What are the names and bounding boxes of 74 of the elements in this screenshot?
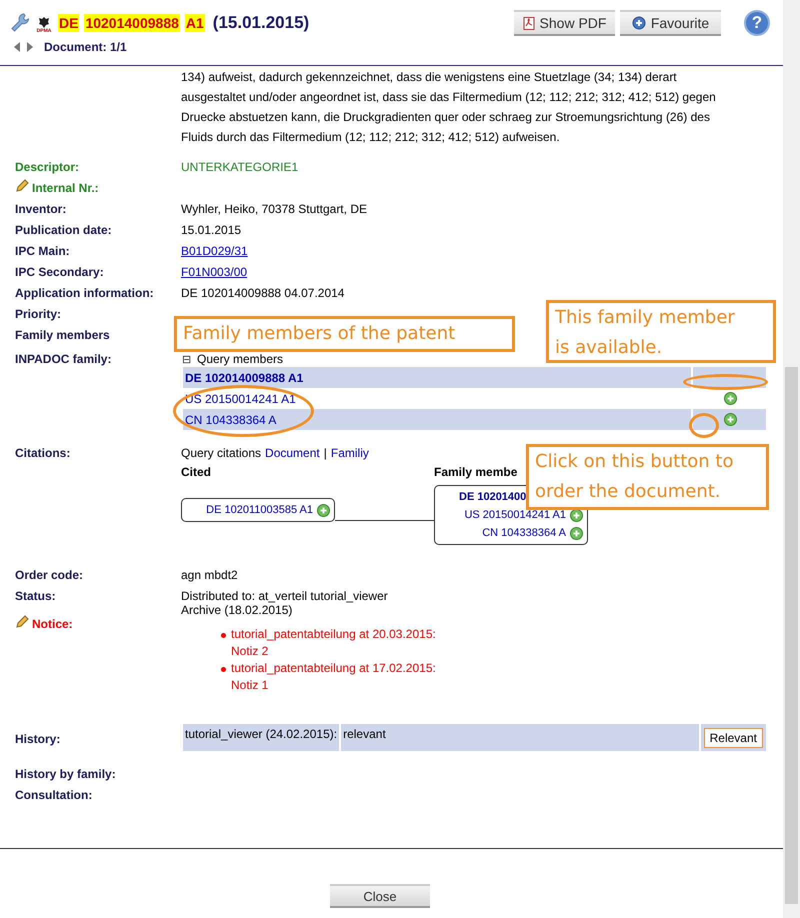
field-label: Publication date: bbox=[15, 223, 112, 237]
bullet-icon bbox=[221, 667, 226, 672]
table-cell: tutorial_viewer (24.02.2015): bbox=[183, 724, 340, 751]
field-label: Consultation: bbox=[15, 788, 92, 802]
next-icon[interactable] bbox=[26, 41, 34, 53]
field-label: Descriptor: bbox=[15, 160, 80, 174]
document-counter: Document: 1/1 bbox=[44, 40, 127, 54]
publication-date: (15.01.2015) bbox=[212, 13, 310, 33]
close-button[interactable]: Close bbox=[330, 884, 430, 908]
highlighted-number: DE bbox=[58, 14, 80, 32]
field-value: Distributed to: at_verteil tutorial_viewer bbox=[181, 589, 388, 603]
annotation-callout: This family member is available. bbox=[546, 300, 776, 363]
field-value: Wyhler, Heiko, 70378 Stuttgart, DE bbox=[181, 202, 367, 216]
field-label: Status: bbox=[15, 589, 56, 603]
field-value: Archive (18.02.2015) bbox=[181, 603, 292, 617]
scrollbar[interactable] bbox=[783, 0, 800, 918]
document-link[interactable]: Document bbox=[265, 446, 320, 460]
field-label: Notice: bbox=[32, 617, 73, 631]
family-member-link[interactable]: CN 104338364 A bbox=[185, 412, 276, 426]
query-members-link[interactable]: Query members bbox=[197, 352, 284, 366]
family-link[interactable]: Familiy bbox=[330, 446, 369, 460]
field-label: Order code: bbox=[15, 568, 84, 582]
field-label: Family members bbox=[15, 328, 110, 342]
citation-link[interactable]: DE 10201400 bbox=[459, 491, 526, 503]
field-value: agn mbdt2 bbox=[181, 568, 238, 582]
pencil-icon[interactable] bbox=[15, 615, 29, 629]
pdf-icon bbox=[522, 16, 535, 30]
order-plus-icon[interactable] bbox=[317, 504, 330, 516]
citation-link[interactable]: CN 104338364 A bbox=[482, 527, 566, 539]
order-plus-icon[interactable] bbox=[724, 413, 737, 426]
family-heading: Family membe bbox=[434, 465, 518, 479]
field-label: History: bbox=[15, 732, 60, 746]
show-pdf-button[interactable]: Show PDF bbox=[514, 10, 615, 36]
ipc-link[interactable]: F01N003/00 bbox=[181, 265, 248, 279]
field-value: 15.01.2015 bbox=[181, 223, 242, 237]
previous-icon[interactable] bbox=[13, 41, 21, 53]
scroll-thumb[interactable] bbox=[785, 367, 798, 904]
highlight-ellipse bbox=[689, 413, 719, 438]
order-plus-icon[interactable] bbox=[724, 392, 737, 405]
citation-link[interactable]: DE 102011003585 A1 bbox=[206, 504, 313, 516]
field-label: Priority: bbox=[15, 307, 62, 321]
field-label: INPADOC family: bbox=[15, 352, 112, 366]
field-value: UNTERKATEGORIE1 bbox=[181, 160, 298, 174]
citation-link[interactable]: US 20150014241 A1 bbox=[464, 509, 566, 521]
help-button[interactable]: ? bbox=[744, 10, 770, 36]
collapse-toggle[interactable]: ⊟ bbox=[182, 352, 191, 366]
field-label: Internal Nr.: bbox=[32, 181, 99, 195]
pencil-icon[interactable] bbox=[15, 179, 29, 193]
annotation-callout: Family members of the patent bbox=[174, 316, 515, 352]
wrench-icon[interactable] bbox=[10, 12, 30, 34]
annotation-callout: Click on this button to order the document. bbox=[526, 444, 769, 510]
cited-heading: Cited bbox=[181, 465, 212, 479]
highlighted-number: 102014009888 bbox=[84, 14, 180, 32]
field-label: History by family: bbox=[15, 767, 116, 781]
ipc-link[interactable]: B01D029/31 bbox=[181, 244, 248, 258]
plus-icon bbox=[632, 16, 646, 30]
field-label: IPC Main: bbox=[15, 244, 70, 258]
table-cell: relevant bbox=[341, 724, 699, 751]
bullet-icon bbox=[221, 633, 226, 638]
relevant-button[interactable]: Relevant bbox=[704, 728, 763, 748]
separator-text: | bbox=[324, 446, 327, 460]
favourite-button[interactable]: Favourite bbox=[620, 10, 721, 36]
order-plus-icon[interactable] bbox=[570, 526, 583, 540]
family-member-link[interactable]: DE 102014009888 A1 bbox=[185, 370, 304, 384]
notice-text: tutorial_patentabteilung at 17.02.2015: Notiz 1 bbox=[231, 660, 436, 694]
field-label: Citations: bbox=[15, 446, 70, 460]
field-label: Application information: bbox=[15, 286, 154, 300]
order-plus-icon[interactable] bbox=[570, 508, 583, 522]
field-label: IPC Secondary: bbox=[15, 265, 104, 279]
abstract-text: 134) aufweist, dadurch gekennzeichnet, dass die wenigstens eine Stuetzlage (34; 134) derart ausgestaltet und/oder angeordnet ist, dass sie das Filtermedium (12; 112; 212; 312; 412; 512) gegen Druecke abstuetzen kann, die Druckgradienten quer oder schraeg zur Stroemungsrichtung (26) des Fluids durch das Filtermedium (12; 112; 212; 312; 412; 512) aufweisen. bbox=[181, 69, 717, 146]
field-value: DE 102014009888 04.07.2014 bbox=[181, 286, 344, 300]
highlighted-number: A1 bbox=[184, 14, 205, 32]
query-citations-text: Query citations bbox=[181, 446, 262, 460]
field-label: Inventor: bbox=[15, 202, 66, 216]
